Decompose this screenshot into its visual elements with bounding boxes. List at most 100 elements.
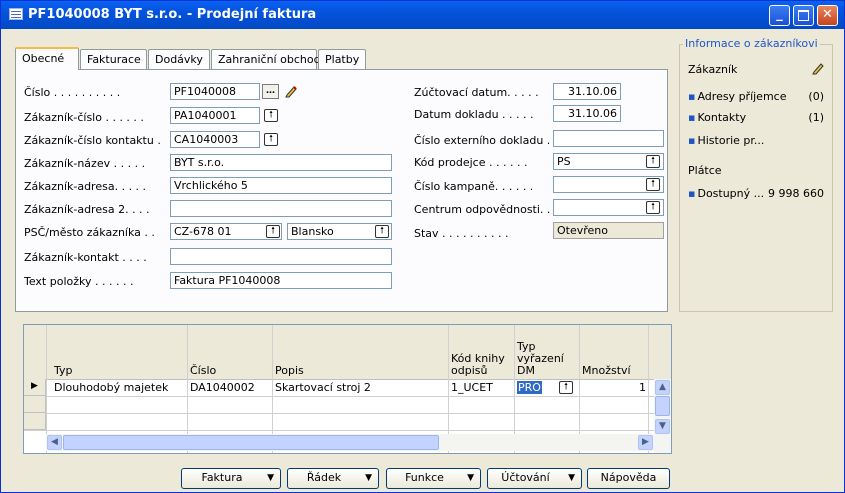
tab-dodavky[interactable]: Dodávky [148,49,210,69]
tab-label: Zahraniční obchod [218,53,321,66]
scroll-up-icon[interactable]: ▲ [655,380,670,395]
lookup-arrow-icon[interactable]: 🠕 [264,133,278,146]
lookup-arrow-icon[interactable]: 🠕 [646,201,660,214]
zakaznik-label: Zákazník [688,63,738,76]
kontakty-link[interactable]: ▪ Kontakty [688,111,746,124]
tab-platby[interactable]: Platby [318,49,366,69]
scroll-right-icon[interactable]: ▶ [638,435,653,450]
napoveda-button-label: Nápověda [600,471,657,484]
scroll-left-icon[interactable]: ◀ [47,435,62,450]
minimize-button[interactable]: _ [769,5,790,26]
text-polozky-field[interactable]: Faktura PF1040008 [170,272,392,289]
psc-mesto-label: PSČ/město zákazníka . . [24,226,155,239]
lookup-arrow-icon[interactable]: 🠕 [266,225,280,238]
title-bar[interactable]: PF1040008 BYT s.r.o. - Prodejní faktura … [1,1,844,29]
dropdown-arrow-icon: ▼ [365,473,372,483]
lookup-arrow-icon[interactable]: 🠕 [375,225,389,238]
lookup-arrow-icon[interactable]: 🠕 [559,381,573,394]
zakaznik-adresa-label: Zákazník-adresa. . . . . [24,180,147,193]
text-polozky-label: Text položky . . . . . . [24,275,134,288]
funkce-button-label: Funkce [405,471,444,484]
zakaznik-nazev-field[interactable]: BYT s.r.o. [170,154,392,171]
zakaznik-adresa-field[interactable]: Vrchlického 5 [170,177,392,194]
lookup-arrow-icon[interactable]: 🠕 [646,155,660,168]
maximize-button[interactable] [793,5,814,26]
close-button[interactable]: ✕ [817,5,838,26]
table-row[interactable] [24,396,654,414]
napoveda-button[interactable]: Nápověda [587,468,670,489]
zakaznik-nazev-label: Zákazník-název . . . . . [24,157,146,170]
pencil-icon[interactable] [811,61,825,75]
col-cislo-header[interactable]: Číslo [190,365,216,377]
radek-button-label: Řádek [306,471,342,484]
tab-zahranicni-obchod[interactable]: Zahraniční obchod [211,49,321,69]
centrum-odpovednosti-label: Centrum odpovědnosti. . [414,203,551,216]
bullet-icon: ▪ [688,187,696,200]
cislo-ext-dokladu-label: Číslo externího dokladu . [414,134,551,147]
assist-edit-button[interactable]: … [262,84,279,99]
col-mnozstvi-header[interactable]: Množství [582,365,631,377]
zuctovaci-datum-field[interactable]: 31.10.06 [553,83,621,100]
platce-label: Plátce [688,164,722,177]
dropdown-arrow-icon: ▼ [467,473,474,483]
bullet-icon: ▪ [688,90,696,103]
customer-info-header: Informace o zákazníkovi [683,37,820,50]
zakaznik-kontakt-label: Zákazník-kontakt . . . . [24,251,147,264]
cell-kod-knihy[interactable]: 1_UCET [451,381,493,394]
cell-typ[interactable]: Dlouhodobý majetek [54,381,168,394]
cislo-kampane-label: Číslo kampaně. . . . . . [414,180,534,193]
window: PF1040008 BYT s.r.o. - Prodejní faktura … [0,0,845,493]
stav-label: Stav . . . . . . . . . . [414,227,509,240]
pencil-icon[interactable] [284,84,298,98]
cell-mnozstvi[interactable]: 1 [639,381,646,394]
window-title: PF1040008 BYT s.r.o. - Prodejní faktura [28,7,317,22]
lookup-arrow-icon[interactable]: 🠕 [646,178,660,191]
zakaznik-adresa2-field[interactable] [170,200,392,217]
tab-label: Platby [325,53,360,66]
col-typ-header[interactable]: Typ [54,365,73,377]
datum-dokladu-field[interactable]: 31.10.06 [553,105,621,122]
zakaznik-adresa2-label: Zákazník-adresa 2. . . . [24,203,150,216]
table-row[interactable]: Dlouhodobý majetek DA1040002 Skartovací … [24,379,654,397]
adresy-prijemce-link[interactable]: ▪ Adresy příjemce [688,90,786,103]
table-row[interactable] [24,413,654,431]
tab-obecne[interactable]: Obecné [15,47,79,70]
dostupny-link[interactable]: ▪ Dostupný ... [688,187,764,200]
scroll-thumb[interactable] [63,435,439,450]
dostupny-value: 9 998 660 [768,187,824,200]
zakaznik-cislo-field[interactable]: PA1040001 [170,107,260,124]
cislo-ext-dokladu-field[interactable] [553,130,664,147]
general-tab-panel: Číslo . . . . . . . . . . PF1040008 … Zá… [15,69,668,312]
col-popis-header[interactable]: Popis [275,365,304,377]
cell-typ-vyrazeni[interactable]: PRO [517,381,542,394]
cislo-label: Číslo . . . . . . . . . . [24,86,121,99]
grid-header: Typ Číslo Popis Kód knihy odpisů Typ vyř… [24,325,671,380]
cell-popis[interactable]: Skartovací stroj 2 [275,381,371,394]
cislo-field[interactable]: PF1040008 [170,83,260,100]
col-typ-vyrazeni-header[interactable]: Typ vyřazení DM [517,341,567,377]
funkce-button[interactable]: Funkce ▼ [386,468,481,489]
uctovani-button-label: Účtování [501,471,550,484]
adresy-prijemce-label: Adresy příjemce [697,90,787,103]
tab-fakturace[interactable]: Fakturace [80,49,147,69]
scroll-down-icon[interactable]: ▼ [655,419,670,434]
radek-button[interactable]: Řádek ▼ [287,468,379,489]
historie-link[interactable]: ▪ Historie pr... [688,134,764,147]
historie-label: Historie pr... [697,134,765,147]
tab-label: Obecné [22,52,65,65]
tab-label: Dodávky [155,53,203,66]
uctovani-button[interactable]: Účtování ▼ [487,468,582,489]
horizontal-scrollbar[interactable]: ◀ ▶ [46,434,654,451]
zakaznik-kontakt-field[interactable] [170,248,392,265]
cell-cislo[interactable]: DA1040002 [190,381,255,394]
vertical-scrollbar[interactable]: ▲ ▼ [654,379,671,453]
stav-field: Otevřeno [553,222,664,239]
lines-grid: Typ Číslo Popis Kód knihy odpisů Typ vyř… [23,324,672,454]
lookup-arrow-icon[interactable]: 🠕 [264,109,278,122]
datum-dokladu-label: Datum dokladu . . . . . [414,108,534,121]
zakaznik-kontakt-cislo-field[interactable]: CA1040003 [170,131,260,148]
faktura-button[interactable]: Faktura ▼ [181,468,281,489]
dostupny-label: Dostupný ... [697,187,765,200]
col-kod-knihy-header[interactable]: Kód knihy odpisů [451,353,509,377]
scroll-thumb[interactable] [655,396,670,416]
